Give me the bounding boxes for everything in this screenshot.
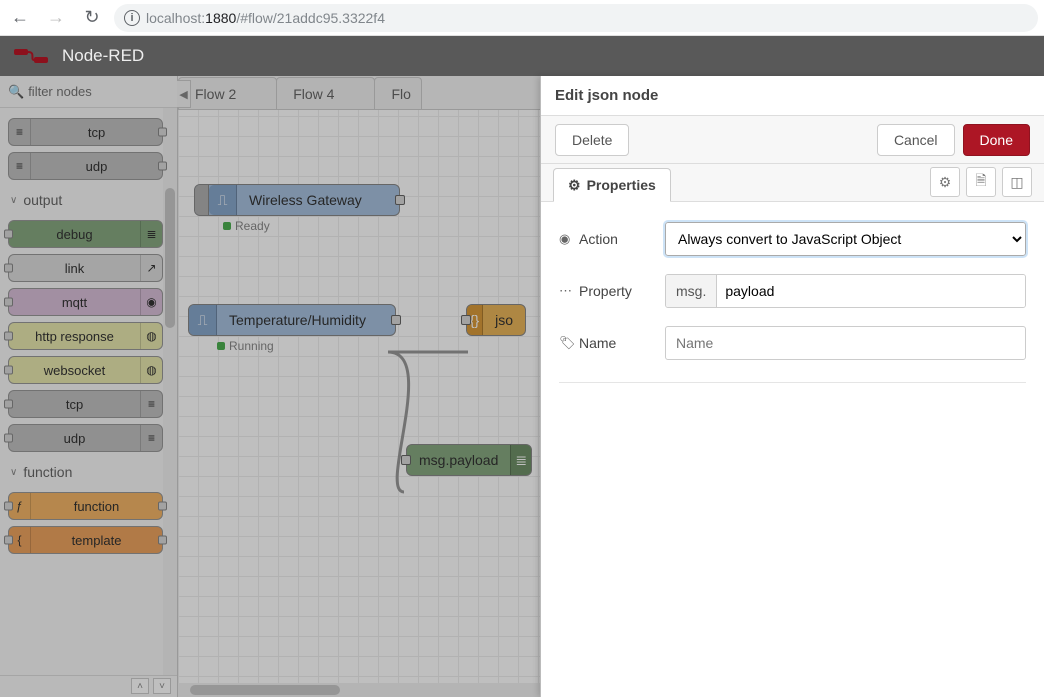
tab-flow2[interactable]: Flow 2 bbox=[178, 77, 277, 109]
palette-node-tcp-out[interactable]: tcp≡ bbox=[8, 390, 163, 418]
app-header: Node-RED bbox=[0, 36, 1044, 76]
tab-flow4[interactable]: Flow 4 bbox=[276, 77, 375, 109]
search-icon: 🔍 bbox=[8, 84, 24, 100]
row-name: 🏷 Name bbox=[559, 326, 1026, 360]
property-label: Property bbox=[579, 283, 632, 299]
workspace: 🔍 ◀ ≡tcp ≡udp ∨output debug≣ link↗ mqtt◉… bbox=[0, 76, 1044, 697]
chevron-down-icon: ∨ bbox=[10, 467, 17, 478]
debug-icon: ≣ bbox=[140, 221, 162, 247]
property-input[interactable] bbox=[717, 275, 1025, 307]
palette-node-template[interactable]: {template bbox=[8, 526, 163, 554]
palette-node-udp-in[interactable]: ≡udp bbox=[8, 152, 163, 180]
browser-toolbar: ← → ↻ i localhost:1880/#flow/21addc95.33… bbox=[0, 0, 1044, 36]
node-button[interactable] bbox=[195, 185, 209, 215]
document-icon: 🗎 bbox=[975, 170, 986, 194]
node-status: Running bbox=[217, 339, 274, 353]
palette-node-websocket[interactable]: websocket◍ bbox=[8, 356, 163, 384]
description-button[interactable]: 🗎 bbox=[966, 167, 996, 197]
cancel-button[interactable]: Cancel bbox=[877, 124, 955, 156]
done-button[interactable]: Done bbox=[963, 124, 1030, 156]
palette-node-link[interactable]: link↗ bbox=[8, 254, 163, 282]
site-info-icon[interactable]: i bbox=[124, 10, 140, 26]
edit-panel-form: ◉ Action Always convert to JavaScript Obj… bbox=[541, 202, 1044, 407]
bars-icon: ≡ bbox=[9, 119, 31, 145]
chevron-down-icon: ∨ bbox=[10, 195, 17, 206]
palette-node-mqtt[interactable]: mqtt◉ bbox=[8, 288, 163, 316]
settings-button[interactable]: ⚙ bbox=[930, 167, 960, 197]
palette-node-debug[interactable]: debug≣ bbox=[8, 220, 163, 248]
edit-panel-title: Edit json node bbox=[541, 76, 1044, 116]
nodered-logo-icon bbox=[14, 47, 52, 65]
gear-icon: ⚙ bbox=[939, 174, 952, 191]
palette-collapse-button[interactable]: ◀ bbox=[177, 80, 191, 108]
back-button[interactable]: ← bbox=[6, 4, 34, 32]
link-icon: ↗ bbox=[140, 255, 162, 281]
tag-icon: 🏷 bbox=[559, 335, 573, 351]
node-debug-msg-payload[interactable]: msg.payload ≣ bbox=[406, 444, 532, 476]
reload-button[interactable]: ↻ bbox=[78, 4, 106, 32]
bars-icon: ≡ bbox=[140, 391, 162, 417]
action-label: Action bbox=[579, 231, 618, 247]
layout-icon: ◫ bbox=[1010, 174, 1023, 191]
palette-filter: 🔍 bbox=[0, 76, 177, 108]
palette-node-function[interactable]: ƒfunction bbox=[8, 492, 163, 520]
palette-scrollbar[interactable] bbox=[163, 108, 177, 675]
edit-panel-actions: Delete Cancel Done bbox=[541, 116, 1044, 164]
palette-category-output[interactable]: ∨output bbox=[8, 186, 163, 214]
gear-icon: ⚙ bbox=[568, 177, 581, 194]
node-wireless-gateway[interactable]: ⎍ Wireless Gateway Ready bbox=[194, 184, 400, 216]
palette-sidebar: 🔍 ◀ ≡tcp ≡udp ∨output debug≣ link↗ mqtt◉… bbox=[0, 76, 178, 697]
action-select[interactable]: Always convert to JavaScript Object bbox=[665, 222, 1026, 256]
node-temperature-humidity[interactable]: ⎍ Temperature/Humidity Running bbox=[188, 304, 396, 336]
globe-icon: ◍ bbox=[140, 323, 162, 349]
palette-category-function[interactable]: ∨function bbox=[8, 458, 163, 486]
edit-panel-subtabs: ⚙ Properties ⚙ 🗎 ◫ bbox=[541, 164, 1044, 202]
globe-icon: ◍ bbox=[140, 357, 162, 383]
wireless-icon: ⎍ bbox=[189, 305, 217, 335]
palette-node-tcp-in[interactable]: ≡tcp bbox=[8, 118, 163, 146]
edit-json-node-panel: Edit json node Delete Cancel Done ⚙ Prop… bbox=[540, 76, 1044, 697]
palette-expand-all-button[interactable]: ˅ bbox=[153, 678, 171, 694]
property-prefix[interactable]: msg. bbox=[666, 275, 717, 307]
tab-properties[interactable]: ⚙ Properties bbox=[553, 168, 671, 202]
palette-footer: ˄ ˅ bbox=[0, 675, 177, 697]
bars-icon: ≡ bbox=[9, 153, 31, 179]
form-divider bbox=[559, 382, 1026, 383]
broadcast-icon: ◉ bbox=[140, 289, 162, 315]
target-icon: ◉ bbox=[559, 231, 573, 247]
node-status: Ready bbox=[223, 219, 270, 233]
name-label: Name bbox=[579, 335, 616, 351]
ellipsis-icon: ⋯ bbox=[559, 283, 573, 299]
palette-node-http-response[interactable]: http response◍ bbox=[8, 322, 163, 350]
palette-node-udp-out[interactable]: udp≡ bbox=[8, 424, 163, 452]
forward-button[interactable]: → bbox=[42, 4, 70, 32]
wireless-icon: ⎍ bbox=[209, 185, 237, 215]
palette-collapse-all-button[interactable]: ˄ bbox=[131, 678, 149, 694]
address-bar[interactable]: i localhost:1880/#flow/21addc95.3322f4 bbox=[114, 4, 1038, 32]
delete-button[interactable]: Delete bbox=[555, 124, 629, 156]
appearance-button[interactable]: ◫ bbox=[1002, 167, 1032, 197]
url-text: localhost:1880/#flow/21addc95.3322f4 bbox=[146, 10, 385, 26]
tab-flow-partial[interactable]: Flo bbox=[374, 77, 421, 109]
bars-icon: ≡ bbox=[140, 425, 162, 451]
debug-icon: ≣ bbox=[510, 445, 531, 475]
name-input[interactable] bbox=[665, 326, 1026, 360]
app-title: Node-RED bbox=[62, 46, 144, 66]
row-property: ⋯ Property msg. bbox=[559, 274, 1026, 308]
node-json[interactable]: {} jso bbox=[466, 304, 526, 336]
row-action: ◉ Action Always convert to JavaScript Obj… bbox=[559, 222, 1026, 256]
